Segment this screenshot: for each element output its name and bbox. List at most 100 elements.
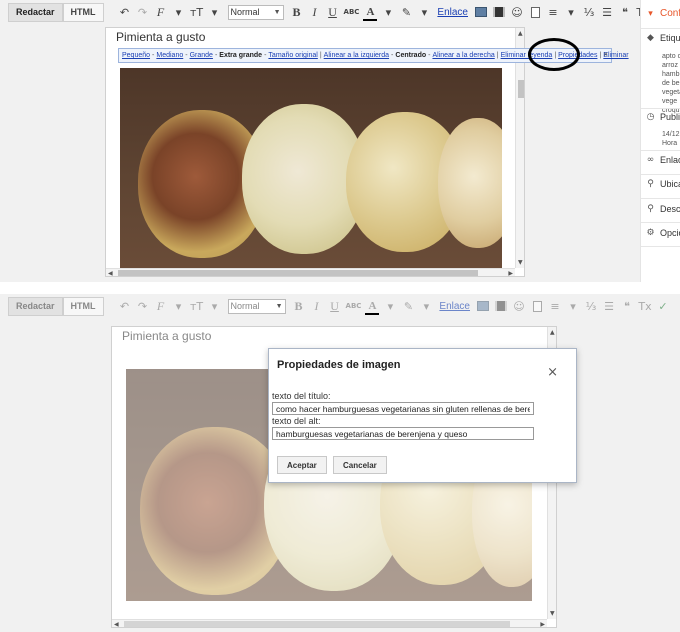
size-original-link[interactable]: Tamaño original	[268, 52, 317, 59]
scroll-right-icon[interactable]: ▶	[540, 621, 545, 627]
html-mode-button[interactable]: HTML	[62, 296, 104, 316]
settings-header[interactable]: ▾ Confi	[645, 8, 680, 19]
size-small-link[interactable]: Pequeño	[122, 52, 150, 59]
align-right-link[interactable]: Alinear a la derecha	[432, 52, 494, 59]
underline-icon[interactable]: U	[328, 298, 342, 314]
editor-horizontal-scrollbar[interactable]: ◀ ▶	[106, 268, 515, 276]
sidebar-item-links[interactable]: ∞ Enlac	[645, 155, 680, 165]
scroll-down-icon[interactable]: ▼	[550, 610, 555, 617]
sidebar-item-labels[interactable]: ◆ Etiqu	[645, 33, 680, 43]
format-select[interactable]: Normal ▼	[227, 4, 284, 20]
sidebar-item-label: Ubica	[660, 179, 680, 189]
insert-image-icon[interactable]	[474, 4, 488, 20]
quote-icon[interactable]: ❝	[618, 4, 632, 20]
quote-icon[interactable]: ❝	[620, 298, 634, 314]
insert-video-icon[interactable]	[492, 4, 506, 20]
page-break-icon[interactable]	[530, 298, 544, 314]
insert-image-icon[interactable]	[476, 298, 490, 314]
sidebar-item-location[interactable]: ⚲ Ubica	[645, 179, 680, 189]
chevron-down-icon[interactable]: ▾	[564, 4, 578, 20]
caret-icon: ▼	[273, 8, 281, 16]
numbered-list-icon[interactable]: ⅓	[584, 298, 598, 314]
emoji-icon[interactable]: ☺	[510, 4, 524, 20]
chevron-down-icon[interactable]: ▾	[417, 4, 431, 20]
close-icon[interactable]: ×	[547, 365, 558, 380]
chevron-down-icon[interactable]: ▾	[381, 4, 395, 20]
spellcheck-icon[interactable]: ✓	[656, 298, 670, 314]
align-icon[interactable]: ≡	[548, 298, 562, 314]
chevron-down-icon[interactable]: ▾	[419, 298, 433, 314]
link-icon: ∞	[646, 155, 655, 165]
divider	[641, 108, 680, 109]
bulleted-list-icon[interactable]: ☰	[602, 298, 616, 314]
chevron-down-icon[interactable]: ▾	[172, 298, 186, 314]
bulleted-list-icon[interactable]: ☰	[600, 4, 614, 20]
sidebar-item-options[interactable]: ⚙ Opcio	[645, 228, 680, 238]
alt-text-input[interactable]	[272, 427, 534, 440]
scroll-right-icon[interactable]: ▶	[508, 270, 513, 276]
align-icon[interactable]: ≡	[546, 4, 560, 20]
clear-format-icon[interactable]: Tx	[638, 298, 652, 314]
editor-area[interactable]: Pimienta a gusto ▲ ▼ ◀ ▶	[105, 27, 525, 277]
font-family-icon[interactable]: F	[154, 4, 168, 20]
insert-video-icon[interactable]	[494, 298, 508, 314]
sidebar-item-published[interactable]: ◷ Publi	[645, 112, 680, 122]
italic-icon[interactable]: I	[310, 298, 324, 314]
bold-icon[interactable]: B	[292, 298, 306, 314]
emoji-icon[interactable]: ☺	[512, 298, 526, 314]
strikethrough-icon[interactable]: ABC	[344, 4, 360, 20]
sidebar-item-label: Enlac	[660, 155, 680, 165]
scroll-up-icon[interactable]: ▲	[518, 30, 523, 37]
cancel-button[interactable]: Cancelar	[333, 456, 387, 474]
separator: |	[496, 52, 499, 59]
align-left-link[interactable]: Alinear a la izquierda	[324, 52, 389, 59]
editor-vertical-scrollbar[interactable]: ▲ ▼	[515, 28, 524, 268]
html-mode-button[interactable]: HTML	[62, 2, 104, 22]
editor-horizontal-scrollbar[interactable]: ◀ ▶	[112, 619, 547, 627]
undo-icon[interactable]: ↶	[118, 298, 132, 314]
text-color-icon[interactable]: A	[365, 298, 380, 315]
scroll-down-icon[interactable]: ▼	[518, 259, 523, 266]
chevron-down-icon[interactable]: ▾	[383, 298, 397, 314]
redo-icon[interactable]: ↷	[136, 298, 150, 314]
underline-icon[interactable]: U	[326, 4, 340, 20]
highlight-icon[interactable]: ✎	[401, 298, 415, 314]
size-xlarge-selected: Extra grande	[219, 52, 263, 59]
strikethrough-icon[interactable]: ABC	[346, 298, 362, 314]
scroll-left-icon[interactable]: ◀	[114, 621, 119, 627]
chevron-down-icon[interactable]: ▾	[208, 298, 222, 314]
scroll-left-icon[interactable]: ◀	[108, 270, 113, 276]
font-family-icon[interactable]: F	[154, 298, 168, 314]
chevron-down-icon[interactable]: ▾	[208, 4, 222, 20]
text-size-icon[interactable]: тT	[190, 298, 204, 314]
format-select[interactable]: Normal ▼	[227, 298, 286, 314]
scroll-up-icon[interactable]: ▲	[550, 329, 555, 336]
page-break-icon[interactable]	[528, 4, 542, 20]
chevron-down-icon[interactable]: ▾	[566, 298, 580, 314]
scroll-thumb[interactable]	[124, 621, 510, 627]
text-color-icon[interactable]: A	[363, 4, 378, 21]
format-select-value: Normal	[230, 7, 260, 17]
link-button[interactable]: Enlace	[439, 301, 470, 312]
link-button[interactable]: Enlace	[437, 7, 468, 18]
size-large-link[interactable]: Grande	[190, 52, 213, 59]
highlight-icon[interactable]: ✎	[399, 4, 413, 20]
compose-mode-button[interactable]: Redactar	[8, 296, 63, 316]
text-size-icon[interactable]: тT	[190, 4, 204, 20]
undo-icon[interactable]: ↶	[118, 4, 132, 20]
size-medium-link[interactable]: Mediano	[156, 52, 183, 59]
burger-photo[interactable]	[120, 68, 502, 268]
close-icon[interactable]: ×	[603, 50, 608, 59]
image-icon	[477, 301, 489, 311]
accept-button[interactable]: Aceptar	[277, 456, 327, 474]
bold-icon[interactable]: B	[290, 4, 304, 20]
chevron-down-icon[interactable]: ▾	[172, 4, 186, 20]
compose-mode-button[interactable]: Redactar	[8, 2, 63, 22]
redo-icon[interactable]: ↷	[136, 4, 150, 20]
scroll-thumb[interactable]	[118, 270, 478, 276]
scroll-thumb[interactable]	[518, 80, 524, 98]
numbered-list-icon[interactable]: ⅓	[582, 4, 596, 20]
title-text-input[interactable]	[272, 402, 534, 415]
sidebar-item-description[interactable]: ⚲ Descr	[645, 204, 680, 214]
italic-icon[interactable]: I	[308, 4, 322, 20]
